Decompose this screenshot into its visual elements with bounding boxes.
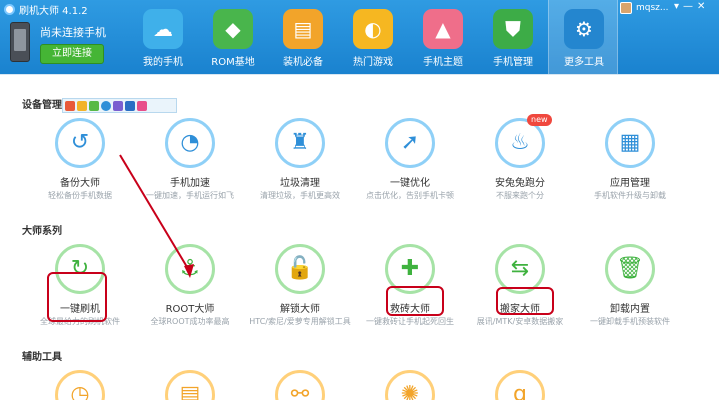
nav-phone-themes[interactable]: ▲ 手机主题 [408,0,478,74]
gear-icon: ⚙ [564,9,604,49]
connect-now-button[interactable]: 立即连接 [40,44,104,64]
rocket-icon: ➚ [385,118,435,168]
tool-aux-1[interactable]: ◷ [25,370,135,400]
main-nav: ☁ 我的手机 ◆ ROM基地 ▤ 装机必备 ◐ 热门游戏 ▲ 手机主题 ⛊ 手机… [128,0,618,74]
tool-name: 手机加速 [170,178,210,189]
badge-icon [89,100,99,111]
shirt-icon: ▲ [423,9,463,49]
tool-backup-master[interactable]: ↺ 备份大师 轻松备份手机数据 [25,118,135,208]
close-icon[interactable]: ✕ [697,1,705,12]
tool-uninstall-builtin[interactable]: 🗑 卸载内置 一键卸载手机预装软件 [575,244,685,334]
tool-desc: 清理垃圾，手机更高效 [260,191,340,200]
tool-desc: 展讯/MTK/安卓数据搬家 [476,317,564,326]
shield-icon: ⛊ [493,9,533,49]
badge-icon [65,100,75,111]
tool-name: 安兔兔跑分 [495,178,545,189]
section-title-device-management: 设备管理 [22,100,62,111]
g-letter-icon: g [495,370,545,400]
tool-desc: 一键卸载手机预装软件 [590,317,670,326]
stacked-layers-icon: ▤ [283,9,323,49]
tool-name: 解锁大师 [280,304,320,315]
nav-label: 更多工具 [564,57,604,68]
tool-junk-cleanup[interactable]: ♜ 垃圾清理 清理垃圾，手机更高效 [245,118,355,208]
top-bar: 刷机大师 4.1.2 尚未连接手机 立即连接 ☁ 我的手机 ◆ ROM基地 ▤ … [0,0,719,74]
user-name: mqsz... [636,3,669,13]
anchor-icon: ⚓ [165,244,215,294]
tool-desc: 手机软件升级与卸载 [594,191,666,200]
new-badge: new [527,114,552,126]
badge-icon [125,100,135,111]
tool-desc: 点击优化，告别手机卡顿 [366,191,454,200]
tool-aux-3[interactable]: ⚯ [245,370,355,400]
nav-label: 手机主题 [423,57,463,68]
app-title: 刷机大师 4.1.2 [19,5,88,17]
badge-icon [137,100,147,111]
device-status: 尚未连接手机 立即连接 [8,20,128,66]
achievement-badges [62,98,177,113]
tool-desc: 全球ROOT成功率最高 [150,317,230,326]
clock-icon: ◷ [55,370,105,400]
tool-phone-speedup[interactable]: ◔ 手机加速 一键加速，手机运行如飞 [135,118,245,208]
tool-aux-5[interactable]: g [465,370,575,400]
phone-icon [10,22,30,62]
nav-label: 我的手机 [143,57,183,68]
nav-rom-base[interactable]: ◆ ROM基地 [198,0,268,74]
app-logo-icon [4,3,15,15]
annotation-highlight-one-click-flash [47,272,107,322]
tool-desc: 轻松备份手机数据 [48,191,112,200]
tool-aux-2[interactable]: ▤ [135,370,245,400]
nav-label: 热门游戏 [353,57,393,68]
tool-root-master[interactable]: ⚓ ROOT大师 全球ROOT成功率最高 [135,244,245,334]
cloud-icon: ☁ [143,9,183,49]
nav-more-tools[interactable]: ⚙ 更多工具 [548,0,618,74]
document-icon: ▤ [165,370,215,400]
tool-unlock-master[interactable]: 🔓 解锁大师 HTC/索尼/爱萝专用解锁工具 [245,244,355,334]
nav-essential-apps[interactable]: ▤ 装机必备 [268,0,338,74]
trash-icon: 🗑 [605,244,655,294]
tool-name: 一键优化 [390,178,430,189]
tool-one-click-optimize[interactable]: ➚ 一键优化 点击优化，告别手机卡顿 [355,118,465,208]
nav-label: ROM基地 [211,57,255,68]
tool-desc: 不服来跑个分 [496,191,544,200]
section-title-master-series: 大师系列 [22,226,62,237]
user-area[interactable]: mqsz... [620,2,668,14]
tool-name: 卸载内置 [610,304,650,315]
badge-icon [101,100,111,111]
backup-icon: ↺ [55,118,105,168]
nav-phone-management[interactable]: ⛊ 手机管理 [478,0,548,74]
section-title-auxiliary-tools: 辅助工具 [22,352,62,363]
annotation-highlight-brick-rescue [386,286,444,316]
speed-gauge-icon: ◔ [165,118,215,168]
tool-aux-4[interactable]: ✺ [355,370,465,400]
nav-label: 装机必备 [283,57,323,68]
unlock-icon: 🔓 [275,244,325,294]
window-controls: ▾ — ✕ [674,1,705,12]
annotation-highlight-data-transfer [496,287,554,315]
tool-name: 应用管理 [610,178,650,189]
tool-desc: 一键救砖让手机起死回生 [366,317,454,326]
nav-hot-games[interactable]: ◐ 热门游戏 [338,0,408,74]
avatar [620,2,632,14]
tool-antutu-benchmark[interactable]: ♨ new 安兔兔跑分 不服来跑个分 [465,114,575,208]
tool-desc: 一键加速，手机运行如飞 [146,191,234,200]
nav-my-phone[interactable]: ☁ 我的手机 [128,0,198,74]
tool-name: ROOT大师 [165,304,215,315]
broom-icon: ♜ [275,118,325,168]
tool-name: 备份大师 [60,178,100,189]
device-status-text: 尚未连接手机 [40,26,106,39]
tool-name: 垃圾清理 [280,178,320,189]
gamepad-icon: ◐ [353,9,393,49]
tool-desc: HTC/索尼/爱萝专用解锁工具 [249,317,351,326]
android-bag-icon: ◆ [213,9,253,49]
tool-app-management[interactable]: ▦ 应用管理 手机软件升级与卸载 [575,118,685,208]
sun-icon: ✺ [385,370,435,400]
badge-icon [113,100,123,111]
app-grid-icon: ▦ [605,118,655,168]
menu-dropdown-icon[interactable]: ▾ [674,1,679,12]
minimize-icon[interactable]: — [683,1,693,12]
badge-icon [77,100,87,111]
share-icon: ⚯ [275,370,325,400]
title-row: 刷机大师 4.1.2 [4,2,88,17]
nav-label: 手机管理 [493,57,533,68]
